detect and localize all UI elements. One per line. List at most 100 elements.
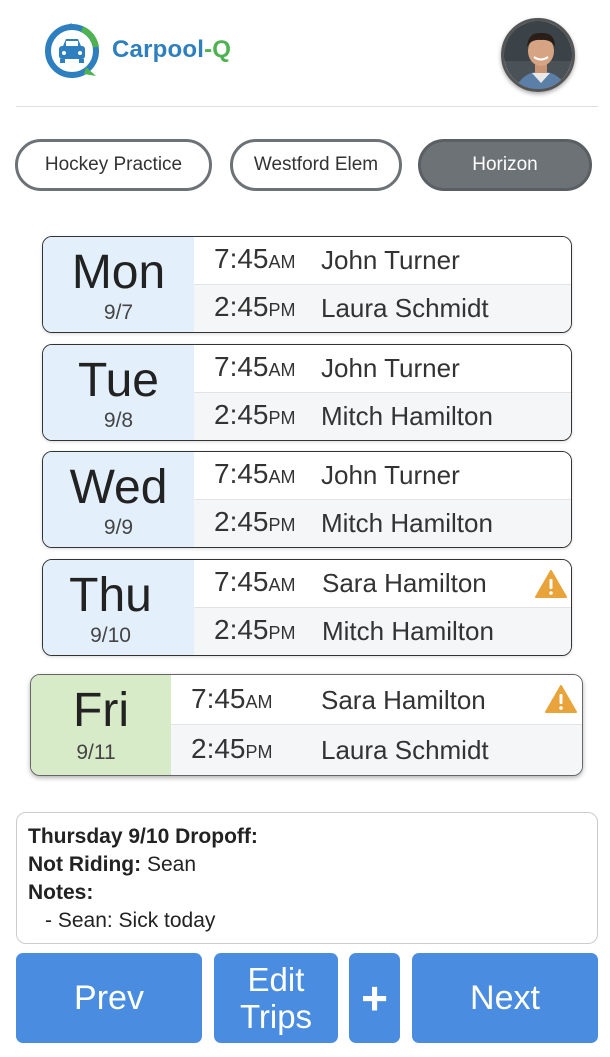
- trip-driver: John Turner: [321, 245, 460, 275]
- warning-icon[interactable]: [535, 570, 567, 598]
- trip-driver: Mitch Hamilton: [321, 508, 493, 538]
- trip-time-value: 7:45: [191, 683, 246, 714]
- trip-time-ampm: AM: [268, 252, 296, 272]
- trip-time-ampm: AM: [268, 360, 296, 380]
- day-date: 9/8: [103, 409, 134, 432]
- day-card-mon[interactable]: Mon 9/7 7:45AM John Turner 2:45PM Laura …: [42, 236, 572, 333]
- trip-driver: Laura Schmidt: [321, 293, 489, 323]
- trip-time-ampm: PM: [245, 742, 273, 762]
- day-label-block: Tue 9/8: [43, 345, 194, 440]
- trip-time-ampm: PM: [268, 408, 296, 428]
- trip-row-morning[interactable]: 7:45AM John Turner: [194, 345, 571, 393]
- trip-time-ampm: PM: [268, 300, 296, 320]
- header-divider: [16, 106, 598, 107]
- day-date: 9/7: [103, 301, 134, 324]
- prev-button[interactable]: Prev: [16, 953, 202, 1043]
- trip-row-afternoon[interactable]: 2:45PM Mitch Hamilton: [194, 393, 571, 440]
- note-item: - Sean: Sick today: [45, 909, 216, 932]
- tab-hockey-practice[interactable]: Hockey Practice: [15, 139, 212, 191]
- trip-time: 2:45PM: [214, 614, 296, 646]
- trip-time-value: 7:45: [214, 458, 269, 489]
- trip-time-ampm: AM: [268, 575, 296, 595]
- notes-title-day: Thursday: [28, 825, 123, 848]
- brand-name-suffix: -Q: [204, 36, 232, 63]
- trip-driver: Sara Hamilton: [322, 568, 487, 598]
- trip-time-value: 2:45: [191, 733, 246, 764]
- trip-driver: John Turner: [321, 460, 460, 490]
- app-header: Carpool-Q: [0, 0, 610, 108]
- trip-row-morning[interactable]: 7:45AM Sara Hamilton: [171, 675, 582, 725]
- trip-row-afternoon[interactable]: 2:45PM Mitch Hamilton: [194, 608, 571, 655]
- notes-title: Thursday 9/10 Dropoff:: [28, 823, 586, 851]
- trip-time: 7:45AM: [214, 351, 296, 383]
- notes-title-date: 9/10: [128, 825, 170, 848]
- day-card-thu[interactable]: Thu 9/10 7:45AM Sara Hamilton 2:45PM Mit…: [42, 559, 572, 656]
- trip-time: 2:45PM: [214, 291, 296, 323]
- trip-row-morning[interactable]: 7:45AM Sara Hamilton: [194, 560, 571, 608]
- day-date: 9/10: [90, 624, 131, 647]
- user-avatar[interactable]: [501, 18, 575, 92]
- next-button[interactable]: Next: [412, 953, 598, 1043]
- day-name: Mon: [71, 246, 166, 299]
- trip-driver: Mitch Hamilton: [322, 616, 494, 646]
- trip-row-morning[interactable]: 7:45AM John Turner: [194, 452, 571, 500]
- trip-time: 7:45AM: [214, 458, 296, 490]
- day-name: Fri: [73, 684, 129, 737]
- add-trip-button[interactable]: +: [349, 953, 400, 1043]
- day-label-block: Thu 9/10: [43, 560, 194, 655]
- trip-time: 2:45PM: [214, 506, 296, 538]
- day-card-fri[interactable]: Fri 9/11 7:45AM Sara Hamilton 2:45PM Lau…: [30, 674, 583, 776]
- edit-trips-button[interactable]: Edit Trips: [214, 953, 338, 1043]
- day-card-wed[interactable]: Wed 9/9 7:45AM John Turner 2:45PM Mitch …: [42, 451, 572, 548]
- day-name: Wed: [69, 461, 168, 514]
- car-location-pin-icon[interactable]: [44, 22, 102, 80]
- trip-driver: John Turner: [321, 353, 460, 383]
- trip-driver: Mitch Hamilton: [321, 401, 493, 431]
- edit-trips-line1: Edit: [247, 961, 305, 998]
- day-label-block: Wed 9/9: [43, 452, 194, 547]
- trip-time-ampm: AM: [268, 467, 296, 487]
- edit-trips-label: Edit Trips: [240, 961, 312, 1035]
- day-name: Tue: [78, 354, 159, 407]
- trip-time: 2:45PM: [214, 399, 296, 431]
- brand-name-main: Carpool: [112, 36, 205, 63]
- trip-time-value: 7:45: [214, 351, 269, 382]
- trip-time: 2:45PM: [191, 733, 273, 765]
- day-date: 9/11: [76, 741, 116, 764]
- trip-row-afternoon[interactable]: 2:45PM Laura Schmidt: [171, 725, 582, 775]
- trip-time: 7:45AM: [191, 683, 273, 715]
- trip-time-ampm: PM: [268, 515, 296, 535]
- trip-driver: Laura Schmidt: [321, 735, 489, 765]
- user-avatar-photo: [504, 21, 572, 89]
- edit-trips-line2: Trips: [239, 998, 313, 1035]
- trip-time-ampm: AM: [245, 692, 273, 712]
- tab-westford-elem[interactable]: Westford Elem: [230, 139, 402, 191]
- trip-row-morning[interactable]: 7:45AM John Turner: [194, 237, 571, 285]
- trip-driver: Sara Hamilton: [321, 685, 486, 715]
- day-label-block: Fri 9/11: [31, 675, 171, 775]
- notes-title-suffix: Dropoff:: [175, 825, 258, 848]
- trip-time-value: 2:45: [214, 291, 269, 322]
- trip-time-value: 2:45: [214, 506, 269, 537]
- trip-time-ampm: PM: [268, 623, 296, 643]
- day-name: Thu: [69, 569, 152, 622]
- notes-label: Notes:: [28, 881, 94, 904]
- warning-icon[interactable]: [545, 685, 577, 713]
- trip-time-value: 2:45: [214, 399, 269, 430]
- trip-time: 7:45AM: [214, 566, 296, 598]
- not-riding-label: Not Riding:: [28, 853, 142, 876]
- not-riding-value: Sean: [146, 853, 197, 876]
- tab-horizon[interactable]: Horizon: [418, 139, 592, 191]
- day-date: 9/9: [103, 516, 134, 539]
- day-card-tue[interactable]: Tue 9/8 7:45AM John Turner 2:45PM Mitch …: [42, 344, 572, 441]
- trip-time: 7:45AM: [214, 243, 296, 275]
- trip-time-value: 7:45: [214, 243, 269, 274]
- trip-row-afternoon[interactable]: 2:45PM Mitch Hamilton: [194, 500, 571, 547]
- day-label-block: Mon 9/7: [43, 237, 194, 332]
- not-riding-line: Not Riding: Sean: [28, 851, 586, 879]
- notes-label-line: Notes:: [28, 879, 586, 907]
- trip-notes-panel: Thursday 9/10 Dropoff: Not Riding: Sean …: [16, 812, 598, 944]
- trip-time-value: 7:45: [214, 566, 269, 597]
- trip-time-value: 2:45: [214, 614, 269, 645]
- trip-row-afternoon[interactable]: 2:45PM Laura Schmidt: [194, 285, 571, 332]
